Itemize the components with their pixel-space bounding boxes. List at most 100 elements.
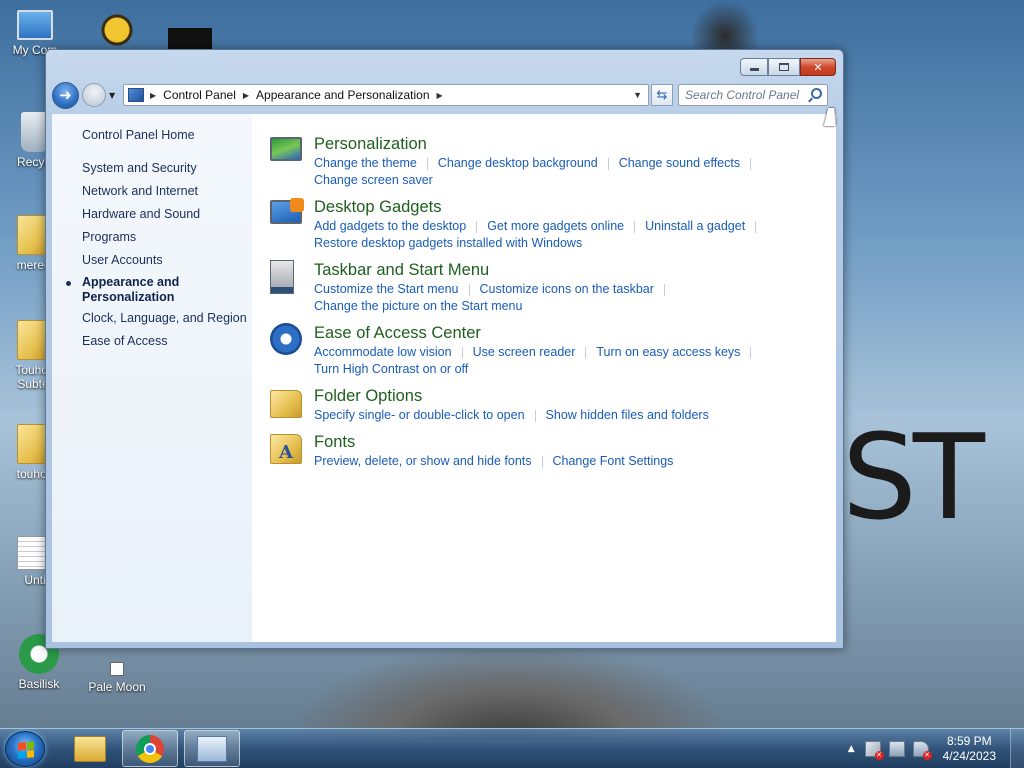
- volume-muted-icon[interactable]: ✕: [912, 741, 932, 760]
- category-folder-options: Folder Options Specify single- or double…: [270, 386, 836, 424]
- maximize-icon: [779, 63, 789, 71]
- nav-ease-of-access[interactable]: Ease of Access: [52, 333, 252, 356]
- nav-programs[interactable]: Programs: [52, 229, 252, 252]
- category-title[interactable]: Personalization: [314, 134, 761, 154]
- black-window-icon: [168, 28, 212, 50]
- search-icon[interactable]: [811, 88, 822, 99]
- link-change-screen-saver[interactable]: Change screen saver: [314, 172, 433, 189]
- link-get-more-gadgets[interactable]: Get more gadgets online: [487, 218, 624, 235]
- minimize-button[interactable]: [740, 58, 768, 76]
- network-icon[interactable]: [888, 741, 905, 757]
- maximize-button[interactable]: [768, 58, 800, 76]
- nav-system-and-security[interactable]: System and Security: [52, 160, 252, 183]
- chevron-right-icon[interactable]: ▶: [437, 91, 443, 100]
- category-list: Personalization Change the theme Change d…: [252, 114, 836, 642]
- clock-time: 8:59 PM: [946, 734, 992, 748]
- bee-icon: [99, 8, 135, 48]
- left-navigation-pane: Control Panel Home System and Security N…: [52, 114, 252, 642]
- address-dropdown-icon[interactable]: ▼: [633, 90, 642, 100]
- link-add-gadgets[interactable]: Add gadgets to the desktop: [314, 218, 466, 235]
- taskbar-chrome[interactable]: [122, 730, 178, 767]
- window-content: Control Panel Home System and Security N…: [52, 114, 836, 642]
- link-high-contrast[interactable]: Turn High Contrast on or off: [314, 361, 468, 378]
- ease-of-access-icon[interactable]: [270, 323, 302, 355]
- show-hidden-icons-button[interactable]: ▲: [848, 744, 855, 754]
- taskbar: ▲ ✕ ✕ 8:59 PM 4/24/2023: [0, 728, 1024, 768]
- link-preview-fonts[interactable]: Preview, delete, or show and hide fonts: [314, 453, 532, 470]
- category-desktop-gadgets: Desktop Gadgets Add gadgets to the deskt…: [270, 197, 836, 252]
- minimize-icon: [749, 68, 759, 71]
- desktop-icon-pale-moon[interactable]: Pale Moon: [80, 662, 154, 694]
- breadcrumb-control-panel[interactable]: Control Panel: [163, 88, 236, 102]
- nav-user-accounts[interactable]: User Accounts: [52, 252, 252, 275]
- link-change-desktop-background[interactable]: Change desktop background: [438, 155, 598, 172]
- gadgets-icon[interactable]: [270, 198, 304, 224]
- link-change-theme[interactable]: Change the theme: [314, 155, 417, 172]
- start-button[interactable]: [5, 731, 45, 767]
- refresh-icon: ⇆: [656, 87, 668, 103]
- wallpaper-text: ST: [842, 408, 985, 546]
- category-title[interactable]: Taskbar and Start Menu: [314, 260, 675, 280]
- nav-label: Appearance and: [82, 275, 180, 289]
- nav-appearance-and-personalization[interactable]: Appearance and Personalization: [52, 275, 252, 310]
- link-show-hidden-files[interactable]: Show hidden files and folders: [546, 407, 709, 424]
- link-change-start-picture[interactable]: Change the picture on the Start menu: [314, 298, 522, 315]
- desktop-icon-label: Unti: [24, 573, 46, 587]
- recent-pages-dropdown[interactable]: ▼: [109, 91, 119, 100]
- link-single-double-click[interactable]: Specify single- or double-click to open: [314, 407, 525, 424]
- address-bar[interactable]: ▶ Control Panel ▶ Appearance and Persona…: [123, 84, 649, 106]
- taskbar-icon[interactable]: [270, 260, 294, 294]
- chrome-icon: [136, 734, 164, 763]
- action-center-icon[interactable]: ✕: [864, 741, 884, 760]
- category-taskbar-start-menu: Taskbar and Start Menu Customize the Sta…: [270, 260, 836, 315]
- show-desktop-button[interactable]: [1010, 729, 1024, 768]
- desktop-icon-label: Basilisk: [18, 677, 60, 691]
- taskbar-file-explorer[interactable]: [62, 730, 118, 767]
- desktop-icon-label: Pale Moon: [88, 680, 146, 694]
- desktop-icon-bee[interactable]: [82, 8, 152, 51]
- category-title[interactable]: Fonts: [314, 432, 673, 452]
- link-customize-taskbar-icons[interactable]: Customize icons on the taskbar: [480, 281, 654, 298]
- caption-buttons: ✕: [740, 58, 836, 76]
- fonts-icon[interactable]: A: [270, 434, 302, 464]
- link-uninstall-gadget[interactable]: Uninstall a gadget: [645, 218, 745, 235]
- arrow-left-icon: ➜: [59, 86, 72, 104]
- refresh-button[interactable]: ⇆: [651, 84, 673, 106]
- pale-moon-icon: [110, 662, 124, 676]
- link-change-font-settings[interactable]: Change Font Settings: [553, 453, 674, 470]
- chevron-right-icon[interactable]: ▶: [150, 91, 156, 100]
- close-button[interactable]: ✕: [800, 58, 836, 76]
- nav-clock-language-region[interactable]: Clock, Language, and Region: [52, 310, 252, 333]
- nav-network-and-internet[interactable]: Network and Internet: [52, 183, 252, 206]
- clock-date: 4/24/2023: [942, 749, 996, 763]
- category-personalization: Personalization Change the theme Change d…: [270, 134, 836, 189]
- link-customize-start-menu[interactable]: Customize the Start menu: [314, 281, 459, 298]
- file-explorer-icon: [74, 735, 106, 762]
- close-icon: ✕: [813, 60, 823, 74]
- link-use-screen-reader[interactable]: Use screen reader: [473, 344, 576, 361]
- nav-hardware-and-sound[interactable]: Hardware and Sound: [52, 206, 252, 229]
- navigation-bar: ➜ ▼ ▶ Control Panel ▶ Appearance and Per…: [52, 81, 836, 109]
- category-title[interactable]: Ease of Access Center: [314, 323, 761, 343]
- control-panel-icon: [197, 735, 227, 762]
- link-change-sound-effects[interactable]: Change sound effects: [619, 155, 740, 172]
- link-accommodate-low-vision[interactable]: Accommodate low vision: [314, 344, 452, 361]
- personalization-icon[interactable]: [270, 137, 302, 161]
- link-easy-access-keys[interactable]: Turn on easy access keys: [596, 344, 740, 361]
- clock[interactable]: 8:59 PM 4/24/2023: [943, 734, 996, 764]
- category-title[interactable]: Folder Options: [314, 386, 709, 406]
- control-panel-window: ✕ ➜ ▼ ▶ Control Panel ▶ Appearance and P…: [45, 49, 844, 649]
- nav-label-line2: Personalization: [82, 290, 175, 304]
- link-restore-gadgets[interactable]: Restore desktop gadgets installed with W…: [314, 235, 582, 252]
- forward-button[interactable]: [82, 83, 106, 107]
- back-button[interactable]: ➜: [52, 81, 79, 109]
- search-input[interactable]: Search Control Panel: [678, 84, 828, 106]
- taskbar-control-panel[interactable]: [184, 730, 240, 767]
- chevron-right-icon[interactable]: ▶: [243, 91, 249, 100]
- system-tray: ▲ ✕ ✕ 8:59 PM 4/24/2023: [848, 729, 1024, 768]
- category-title[interactable]: Desktop Gadgets: [314, 197, 766, 217]
- control-panel-icon: [128, 88, 144, 102]
- control-panel-home-link[interactable]: Control Panel Home: [52, 128, 252, 142]
- folder-options-icon[interactable]: [270, 390, 302, 418]
- breadcrumb-appearance[interactable]: Appearance and Personalization: [256, 88, 429, 102]
